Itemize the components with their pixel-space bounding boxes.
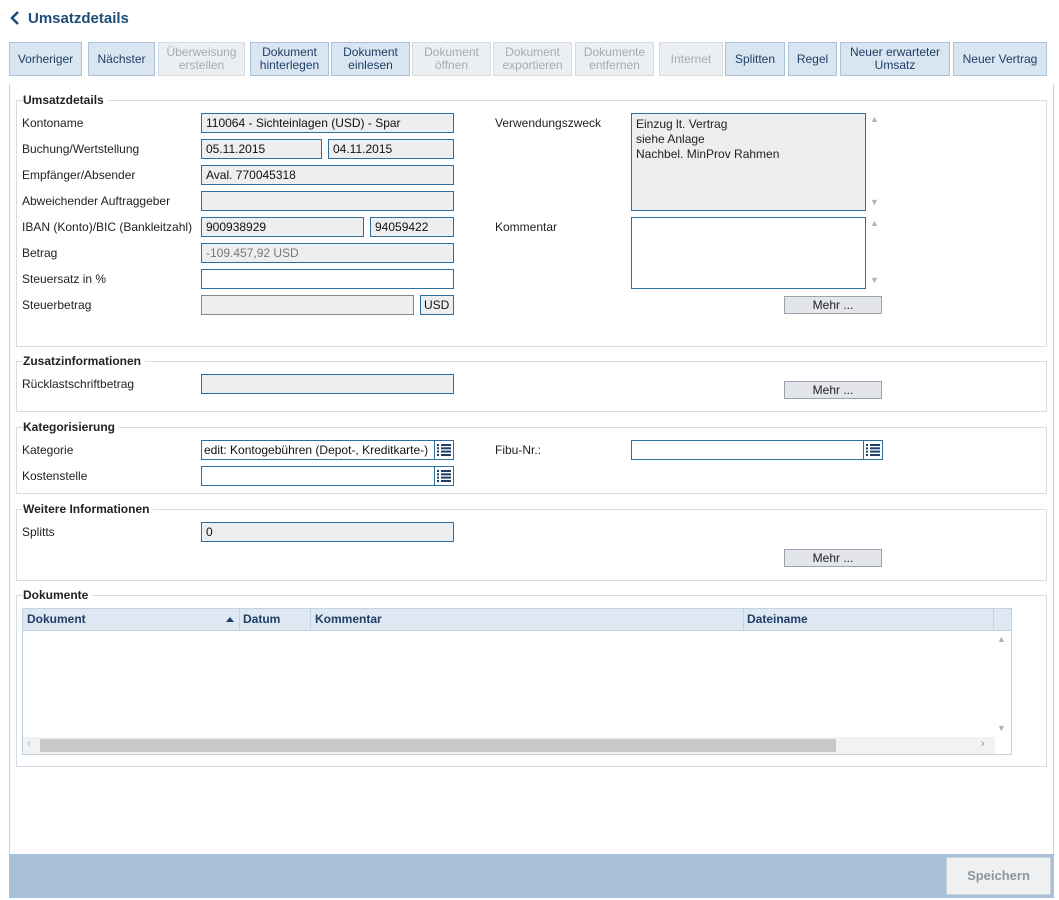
fibu-label: Fibu-Nr.: xyxy=(495,443,542,457)
scroll-up-icon[interactable]: ▲ xyxy=(870,114,879,124)
next-button[interactable]: Nächster xyxy=(88,42,155,76)
steuerbetrag-label: Steuerbetrag xyxy=(22,298,92,312)
scroll-down-icon[interactable]: ▼ xyxy=(870,275,879,285)
new-expected-transaction-button[interactable]: Neuer erwarteter Umsatz xyxy=(840,42,950,76)
betrag-field: -109.457,92 USD xyxy=(201,243,454,263)
previous-button[interactable]: Vorheriger xyxy=(9,42,82,76)
verwendungszweck-scrollbar[interactable]: ▲ ▼ xyxy=(867,113,883,211)
splitts-label: Splitts xyxy=(22,525,55,539)
currency-field: USD xyxy=(420,295,454,315)
verwendungszweck-label: Verwendungszweck xyxy=(495,116,602,130)
kostenstelle-list-button[interactable] xyxy=(434,466,454,486)
abweichender-auftraggeber-field[interactable] xyxy=(201,191,454,211)
new-contract-button[interactable]: Neuer Vertrag xyxy=(953,42,1047,76)
buchung-date-field[interactable]: 05.11.2015 xyxy=(201,139,322,159)
kategorisierung-group-title: Kategorisierung xyxy=(23,420,120,434)
footer-bar xyxy=(9,854,1054,898)
list-icon xyxy=(866,444,880,456)
documents-table[interactable]: Dokument Datum Kommentar Dateiname ▲ ▼ ‹… xyxy=(22,608,1012,755)
bic-field[interactable]: 94059422 xyxy=(370,217,454,237)
zusatz-mehr-button[interactable]: Mehr ... xyxy=(784,381,882,399)
scroll-left-icon[interactable]: ‹ xyxy=(27,738,31,750)
save-button[interactable]: Speichern xyxy=(946,857,1051,895)
sort-ascending-icon xyxy=(226,617,234,622)
kontoname-label: Kontoname xyxy=(22,116,84,130)
fibu-field[interactable] xyxy=(631,440,864,460)
back-link[interactable]: Umsatzdetails xyxy=(8,8,129,28)
list-icon xyxy=(437,470,451,482)
kommentar-label: Kommentar xyxy=(495,220,558,234)
remove-documents-button[interactable]: Dokumente entfernen xyxy=(575,42,654,76)
kontoname-field[interactable]: 110064 - Sichteinlagen (USD) - Spar xyxy=(201,113,454,133)
dokumente-group-title: Dokumente xyxy=(23,588,93,602)
verwendungszweck-textarea[interactable]: Einzug lt. Vertrag siehe Anlage Nachbel.… xyxy=(631,113,866,211)
column-dokument-label: Dokument xyxy=(27,612,86,626)
kommentar-textarea[interactable] xyxy=(631,217,866,289)
umsatzdetails-mehr-button[interactable]: Mehr ... xyxy=(784,296,882,314)
buchung-label: Buchung/Wertstellung xyxy=(22,142,140,156)
scrollbar-thumb[interactable] xyxy=(40,739,836,752)
zusatzinformationen-group-title: Zusatzinformationen xyxy=(23,354,146,368)
chevron-left-icon xyxy=(10,11,19,25)
splitts-field: 0 xyxy=(201,522,454,542)
column-dokument[interactable]: Dokument xyxy=(23,609,240,630)
steuersatz-input[interactable] xyxy=(201,269,454,289)
abweichender-auftraggeber-label: Abweichender Auftraggeber xyxy=(22,194,171,208)
betrag-label: Betrag xyxy=(22,246,58,260)
ruecklastschrift-field[interactable] xyxy=(201,374,454,394)
weitere-mehr-button[interactable]: Mehr ... xyxy=(784,549,882,567)
kategorie-field[interactable]: edit: Kontogebühren (Depot-, Kreditkarte… xyxy=(201,440,435,460)
open-document-button[interactable]: Dokument öffnen xyxy=(412,42,491,76)
column-dateiname[interactable]: Dateiname xyxy=(743,609,994,630)
iban-bic-label: IBAN (Konto)/BIC (Bankleitzahl) xyxy=(22,220,193,234)
scroll-up-icon[interactable]: ▲ xyxy=(997,634,1006,644)
empfaenger-field[interactable]: Aval. 770045318 xyxy=(201,165,454,185)
documents-vertical-scrollbar[interactable]: ▲ ▼ xyxy=(994,631,1010,737)
zusatzinformationen-group: Zusatzinformationen xyxy=(16,354,1047,412)
export-document-button[interactable]: Dokument exportieren xyxy=(493,42,572,76)
kategorie-list-button[interactable] xyxy=(434,440,454,460)
documents-horizontal-scrollbar[interactable]: ‹ › xyxy=(23,737,995,754)
empfaenger-label: Empfänger/Absender xyxy=(22,168,136,182)
kategorisierung-group: Kategorisierung xyxy=(16,420,1047,494)
weitere-informationen-group-title: Weitere Informationen xyxy=(23,502,154,516)
internet-button[interactable]: Internet xyxy=(659,42,723,76)
documents-table-header: Dokument Datum Kommentar Dateiname xyxy=(23,609,1011,631)
steuerbetrag-field xyxy=(201,295,414,315)
scroll-down-icon[interactable]: ▼ xyxy=(997,723,1006,733)
column-datum[interactable]: Datum xyxy=(239,609,311,630)
steuersatz-label: Steuersatz in % xyxy=(22,272,107,286)
page-title: Umsatzdetails xyxy=(28,9,129,27)
kommentar-scrollbar[interactable]: ▲ ▼ xyxy=(867,217,883,289)
scroll-down-icon[interactable]: ▼ xyxy=(870,197,879,207)
rule-button[interactable]: Regel xyxy=(788,42,837,76)
scroll-up-icon[interactable]: ▲ xyxy=(870,218,879,228)
import-document-button[interactable]: Dokument einlesen xyxy=(331,42,410,76)
kategorie-label: Kategorie xyxy=(22,443,74,457)
iban-field[interactable]: 900938929 xyxy=(201,217,364,237)
fibu-list-button[interactable] xyxy=(863,440,883,460)
ruecklastschrift-label: Rücklastschriftbetrag xyxy=(22,377,135,391)
create-transfer-button[interactable]: Überweisung erstellen xyxy=(158,42,245,76)
wertstellung-date-field[interactable]: 04.11.2015 xyxy=(328,139,454,159)
weitere-informationen-group: Weitere Informationen xyxy=(16,502,1047,581)
split-button[interactable]: Splitten xyxy=(725,42,785,76)
scroll-right-icon[interactable]: › xyxy=(981,738,985,750)
umsatzdetails-group-title: Umsatzdetails xyxy=(23,93,108,107)
kostenstelle-label: Kostenstelle xyxy=(22,469,88,483)
kostenstelle-field[interactable] xyxy=(201,466,435,486)
column-kommentar[interactable]: Kommentar xyxy=(311,609,744,630)
list-icon xyxy=(437,444,451,456)
deposit-document-button[interactable]: Dokument hinterlegen xyxy=(250,42,329,76)
